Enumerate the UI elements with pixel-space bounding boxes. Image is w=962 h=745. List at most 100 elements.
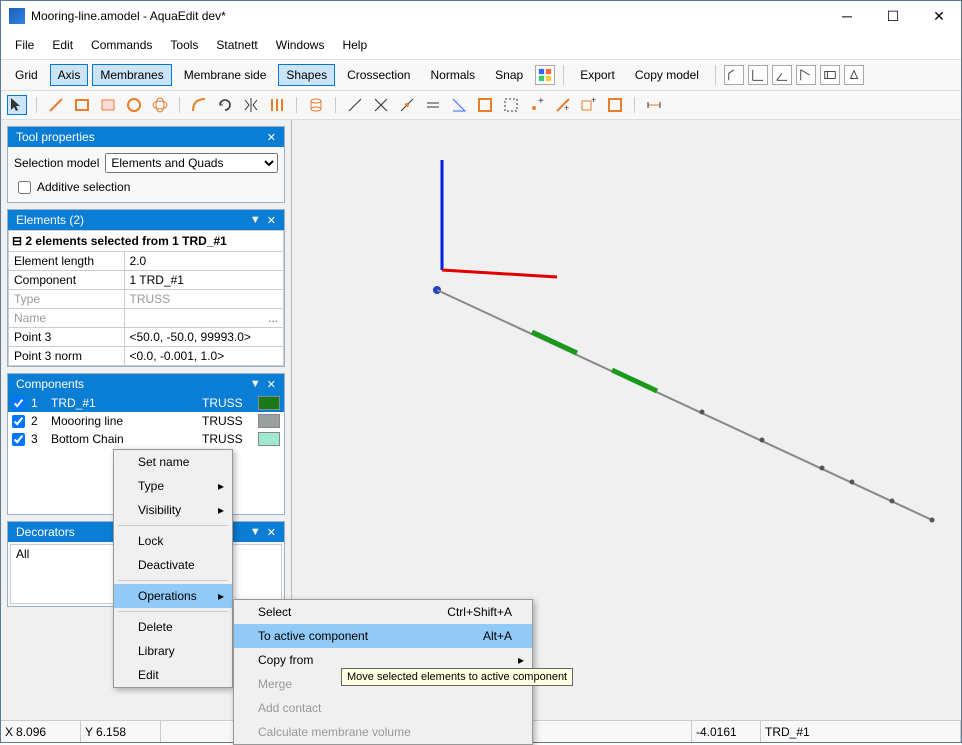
export-button[interactable]: Export xyxy=(572,64,623,86)
ctx-edit[interactable]: Edit xyxy=(114,663,232,687)
additive-selection-checkbox[interactable] xyxy=(18,181,31,194)
copy-model-button[interactable]: Copy model xyxy=(627,64,707,86)
minimize-button[interactable]: ─ xyxy=(833,8,861,25)
edit-rect-tool[interactable]: + xyxy=(579,95,599,115)
context-menu-components: Set name Type▸ Visibility▸ Lock Deactiva… xyxy=(113,449,233,688)
shapes-toggle[interactable]: Shapes xyxy=(278,64,335,86)
line-tool[interactable] xyxy=(46,95,66,115)
svg-text:+: + xyxy=(591,96,596,105)
ellipse-tool[interactable] xyxy=(150,95,170,115)
collapse-icon[interactable]: ▼ xyxy=(250,214,261,226)
dimension-tool[interactable] xyxy=(644,95,664,115)
color-swatch[interactable] xyxy=(258,414,280,428)
elements-panel: Elements (2) ▼ ✕ ⊟ 2 elements selected f… xyxy=(7,209,285,367)
menu-commands[interactable]: Commands xyxy=(83,35,160,55)
collapse-icon[interactable]: ▼ xyxy=(250,378,261,390)
color-swatch[interactable] xyxy=(258,432,280,446)
palette-icon[interactable] xyxy=(535,65,555,85)
ctx-visibility[interactable]: Visibility▸ xyxy=(114,498,232,522)
menu-file[interactable]: File xyxy=(7,35,42,55)
maximize-button[interactable]: ☐ xyxy=(879,8,907,25)
ctx-delete[interactable]: Delete xyxy=(114,615,232,639)
status-x: 8.096 xyxy=(16,725,76,739)
ctx-op-select[interactable]: Select Ctrl+Shift+A xyxy=(234,600,532,624)
svg-text:+: + xyxy=(564,103,569,113)
ctx-lock[interactable]: Lock xyxy=(114,529,232,553)
selection-model-select[interactable]: Elements and Quads xyxy=(105,153,278,173)
view-icon-3[interactable] xyxy=(772,65,792,85)
membrane-side-toggle[interactable]: Membrane side xyxy=(176,64,275,86)
edit-line-tool[interactable]: + xyxy=(553,95,573,115)
close-icon[interactable]: ✕ xyxy=(267,526,276,539)
close-button[interactable]: ✕ xyxy=(925,8,953,25)
component-row[interactable]: 2 Moooring line TRUSS xyxy=(8,412,284,430)
rect-fill-tool[interactable] xyxy=(98,95,118,115)
select-rect-dash-tool[interactable] xyxy=(501,95,521,115)
ctx-op-to-active[interactable]: To active component Alt+A xyxy=(234,624,532,648)
component-row[interactable]: 1 TRD_#1 TRUSS xyxy=(8,394,284,412)
app-icon xyxy=(9,8,25,24)
color-swatch[interactable] xyxy=(258,396,280,410)
status-y: 6.158 xyxy=(96,725,156,739)
ctx-type[interactable]: Type▸ xyxy=(114,474,232,498)
delete-rect-tool[interactable] xyxy=(605,95,625,115)
menu-help[interactable]: Help xyxy=(334,35,375,55)
view-icon-5[interactable] xyxy=(820,65,840,85)
select-rect-tool[interactable] xyxy=(475,95,495,115)
view-icon-1[interactable] xyxy=(724,65,744,85)
ctx-operations[interactable]: Operations▸ xyxy=(114,584,232,608)
view-toolbar: Grid Axis Membranes Membrane side Shapes… xyxy=(1,59,961,91)
rotate-tool[interactable] xyxy=(215,95,235,115)
rect-tool[interactable] xyxy=(72,95,92,115)
status-num: -4.0161 xyxy=(696,725,756,739)
elements-title: Elements (2) xyxy=(16,213,244,227)
trim-tool[interactable] xyxy=(345,95,365,115)
view-icon-6[interactable] xyxy=(844,65,864,85)
menu-statnett[interactable]: Statnett xyxy=(208,35,265,55)
snap-toggle[interactable]: Snap xyxy=(487,64,531,86)
menu-edit[interactable]: Edit xyxy=(44,35,81,55)
grid-toggle[interactable]: Grid xyxy=(7,64,46,86)
ctx-set-name[interactable]: Set name xyxy=(114,450,232,474)
view-icon-4[interactable] xyxy=(796,65,816,85)
split-tool[interactable] xyxy=(397,95,417,115)
component-checkbox[interactable] xyxy=(12,397,25,410)
menu-tools[interactable]: Tools xyxy=(162,35,206,55)
window-title: Mooring-line.amodel - AquaEdit dev* xyxy=(31,9,833,23)
selection-model-label: Selection model xyxy=(14,156,99,170)
components-title: Components xyxy=(16,377,244,391)
tooltip: Move selected elements to active compone… xyxy=(341,668,573,686)
view-icon-2[interactable] xyxy=(748,65,768,85)
pointer-tool[interactable] xyxy=(7,95,27,115)
ctx-library[interactable]: Library xyxy=(114,639,232,663)
component-checkbox[interactable] xyxy=(12,433,25,446)
tool-properties-title: Tool properties xyxy=(16,130,261,144)
array-tool[interactable] xyxy=(267,95,287,115)
ctx-deactivate[interactable]: Deactivate xyxy=(114,553,232,577)
add-point-tool[interactable]: + xyxy=(527,95,547,115)
angle-tool[interactable] xyxy=(449,95,469,115)
cylinder-tool[interactable] xyxy=(306,95,326,115)
crossection-toggle[interactable]: Crossection xyxy=(339,64,418,86)
membranes-toggle[interactable]: Membranes xyxy=(92,64,171,86)
circle-tool[interactable] xyxy=(124,95,144,115)
close-icon[interactable]: ✕ xyxy=(267,214,276,227)
mirror-tool[interactable] xyxy=(241,95,261,115)
close-icon[interactable]: ✕ xyxy=(267,378,276,391)
status-component: TRD_#1 xyxy=(765,725,810,739)
arc-tool[interactable] xyxy=(189,95,209,115)
measure-tool[interactable] xyxy=(423,95,443,115)
tool-toolbar: + + + xyxy=(1,91,961,120)
close-icon[interactable]: ✕ xyxy=(267,131,276,144)
menu-windows[interactable]: Windows xyxy=(268,35,333,55)
intersect-tool[interactable] xyxy=(371,95,391,115)
normals-toggle[interactable]: Normals xyxy=(422,64,483,86)
component-checkbox[interactable] xyxy=(12,415,25,428)
additive-selection-label: Additive selection xyxy=(37,180,130,194)
ctx-op-add-contact: Add contact xyxy=(234,696,532,720)
elements-grid[interactable]: Element length2.0 Component1 TRD_#1 Type… xyxy=(8,251,284,366)
component-row[interactable]: 3 Bottom Chain TRUSS xyxy=(8,430,284,448)
collapse-icon[interactable]: ▼ xyxy=(250,526,261,538)
tool-properties-panel: Tool properties ✕ Selection model Elemen… xyxy=(7,126,285,203)
axis-toggle[interactable]: Axis xyxy=(50,64,89,86)
